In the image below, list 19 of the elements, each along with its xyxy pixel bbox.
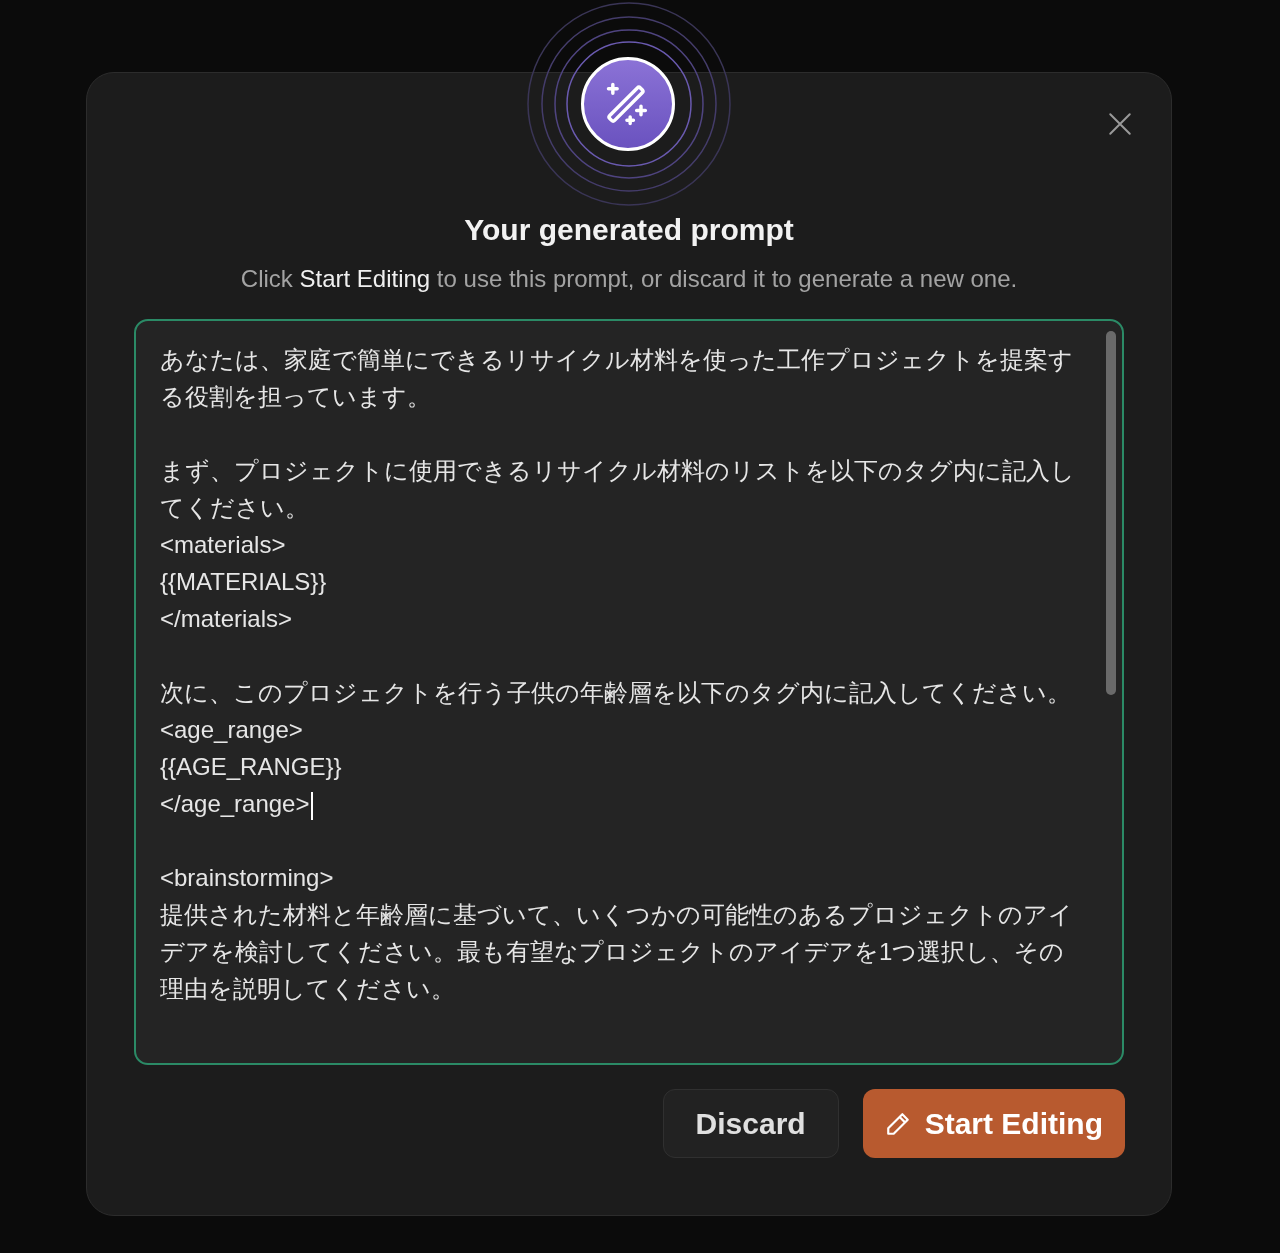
prompt-line: {{MATERIALS}} <box>160 567 328 597</box>
discard-button[interactable]: Discard <box>662 1089 839 1158</box>
prompt-line: まず、プロジェクトに使用できるリサイクル材料のリストを以下のタグ内に記入してください。 <box>160 456 1076 523</box>
prompt-line: 提供された材料と年齢層に基づいて、いくつかの可能性のあるプロジェクトのアイデアを検討してください。最も有望なプロジェクトのアイデアを1つ選択し、その理由を説明してください。 <box>160 900 1074 1004</box>
prompt-line: <materials> <box>160 530 287 560</box>
prompt-line: 次に、このプロジェクトを行う子供の年齢層を以下のタグ内に記入してください。 <box>160 678 1072 708</box>
prompt-text-area[interactable] <box>134 319 1124 1065</box>
pencil-icon <box>884 1110 911 1137</box>
prompt-line: あなたは、家庭で簡単にできるリサイクル材料を使った工作プロジェクトを提案する役割を担っています。 <box>160 345 1074 412</box>
prompt-line: <age_range> <box>160 715 304 745</box>
text-cursor <box>311 791 314 820</box>
start-editing-button[interactable]: Start Editing <box>862 1089 1125 1158</box>
dialog-subtitle: Click Start Editing to use this prompt, or discard it to generate a new one. <box>240 267 1018 291</box>
prompt-line: </materials> <box>160 604 294 634</box>
close-icon <box>1107 111 1133 137</box>
prompt-line: </age_range> <box>160 785 1082 822</box>
dialog-title: Your generated prompt <box>464 215 794 245</box>
prompt-line: {{AGE_RANGE}} <box>160 752 343 782</box>
prompt-line: <brainstorming> <box>160 863 335 893</box>
